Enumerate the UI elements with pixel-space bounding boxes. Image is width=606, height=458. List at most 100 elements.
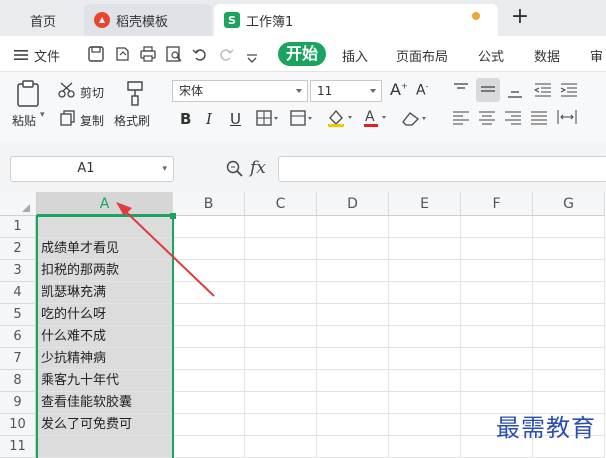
cell[interactable] [461, 260, 533, 282]
format-painter-button[interactable]: 格式刷 [114, 112, 150, 129]
cell[interactable] [533, 260, 605, 282]
cell[interactable] [461, 304, 533, 326]
menu-data[interactable]: 数据 [534, 46, 560, 65]
row-header-10[interactable]: 10 [0, 414, 36, 436]
cell[interactable] [389, 304, 461, 326]
font-name-select[interactable]: 宋体 [172, 80, 308, 102]
cell[interactable] [317, 282, 389, 304]
underline-icon[interactable]: U [230, 110, 241, 128]
distributed-align-icon[interactable] [556, 108, 578, 130]
cell[interactable] [533, 216, 605, 238]
cell[interactable] [461, 238, 533, 260]
cell[interactable] [389, 348, 461, 370]
cell[interactable] [173, 304, 245, 326]
cell[interactable] [317, 370, 389, 392]
column-header-c[interactable]: C [245, 192, 317, 216]
row-header-9[interactable]: 9 [0, 392, 36, 414]
align-left-icon[interactable] [452, 110, 470, 130]
cell[interactable] [533, 326, 605, 348]
merge-cells-icon[interactable] [290, 110, 314, 130]
cell[interactable] [317, 348, 389, 370]
cell[interactable] [317, 260, 389, 282]
cell[interactable] [173, 392, 245, 414]
cell[interactable] [245, 260, 317, 282]
formula-input[interactable] [278, 156, 606, 182]
column-header-g[interactable]: G [533, 192, 605, 216]
cell[interactable] [173, 436, 245, 458]
row-header-7[interactable]: 7 [0, 348, 36, 370]
cell[interactable] [533, 238, 605, 260]
format-painter-icon[interactable] [122, 80, 148, 110]
cell[interactable] [245, 436, 317, 458]
quick-access-more-icon[interactable] [246, 49, 262, 65]
decrease-font-size-icon[interactable]: A- [416, 82, 428, 99]
cell[interactable] [461, 326, 533, 348]
cell[interactable] [389, 238, 461, 260]
cell[interactable] [245, 282, 317, 304]
cell[interactable] [245, 216, 317, 238]
cell[interactable] [389, 370, 461, 392]
cell[interactable] [245, 348, 317, 370]
cell[interactable] [317, 304, 389, 326]
cell[interactable] [533, 304, 605, 326]
cell[interactable] [533, 370, 605, 392]
redo-icon[interactable] [218, 46, 234, 62]
font-color-icon[interactable]: A [362, 108, 390, 132]
row-header-3[interactable]: 3 [0, 260, 36, 282]
cell[interactable] [173, 370, 245, 392]
cell[interactable] [533, 348, 605, 370]
cell[interactable] [245, 238, 317, 260]
cell[interactable] [461, 370, 533, 392]
menu-formula[interactable]: 公式 [478, 46, 504, 65]
name-box[interactable]: A1 ▾ [10, 156, 174, 182]
export-pdf-icon[interactable] [114, 46, 130, 62]
tab-home[interactable]: 首页 [10, 6, 76, 34]
column-header-e[interactable]: E [389, 192, 461, 216]
fill-color-icon[interactable] [326, 108, 354, 132]
font-size-select[interactable]: 11 [310, 80, 382, 102]
zoom-search-icon[interactable] [226, 160, 244, 182]
cell[interactable] [389, 414, 461, 436]
row-header-1[interactable]: 1 [0, 216, 36, 238]
undo-icon[interactable] [192, 46, 208, 62]
fx-insert-function-icon[interactable]: fx [250, 158, 266, 178]
cell[interactable] [389, 260, 461, 282]
row-header-2[interactable]: 2 [0, 238, 36, 260]
new-tab-plus-icon[interactable]: + [508, 6, 532, 30]
cell[interactable] [389, 436, 461, 458]
tab-template[interactable]: 稻壳模板 [84, 4, 212, 36]
menu-file[interactable]: 文件 [34, 46, 60, 65]
cell[interactable] [317, 216, 389, 238]
column-header-d[interactable]: D [317, 192, 389, 216]
cell[interactable] [245, 414, 317, 436]
cell[interactable] [173, 326, 245, 348]
row-header-8[interactable]: 8 [0, 370, 36, 392]
cell[interactable] [317, 392, 389, 414]
cell[interactable] [389, 392, 461, 414]
cell[interactable] [533, 282, 605, 304]
cell[interactable] [245, 304, 317, 326]
column-header-f[interactable]: F [461, 192, 533, 216]
select-all-corner[interactable] [0, 192, 37, 216]
menu-insert[interactable]: 插入 [342, 46, 368, 65]
cut-button[interactable]: 剪切 [80, 84, 104, 101]
name-box-dropdown-icon[interactable]: ▾ [162, 157, 167, 181]
align-bottom-icon[interactable] [506, 84, 524, 104]
paste-dropdown-icon[interactable]: ▾ [40, 110, 45, 120]
menu-review[interactable]: 审 [590, 46, 603, 65]
italic-icon[interactable]: I [206, 110, 212, 128]
justify-icon[interactable] [530, 110, 548, 130]
row-header-5[interactable]: 5 [0, 304, 36, 326]
cell[interactable] [389, 216, 461, 238]
cell[interactable] [317, 326, 389, 348]
paste-button[interactable]: 粘贴 [12, 112, 36, 129]
cell[interactable] [245, 326, 317, 348]
decrease-indent-icon[interactable] [533, 82, 552, 102]
save-icon[interactable] [88, 46, 104, 62]
cell[interactable] [173, 348, 245, 370]
cell[interactable] [461, 216, 533, 238]
align-middle-icon[interactable] [476, 78, 500, 102]
cell[interactable] [389, 282, 461, 304]
bold-icon[interactable]: B [180, 110, 191, 128]
menu-start[interactable]: 开始 [278, 42, 326, 66]
